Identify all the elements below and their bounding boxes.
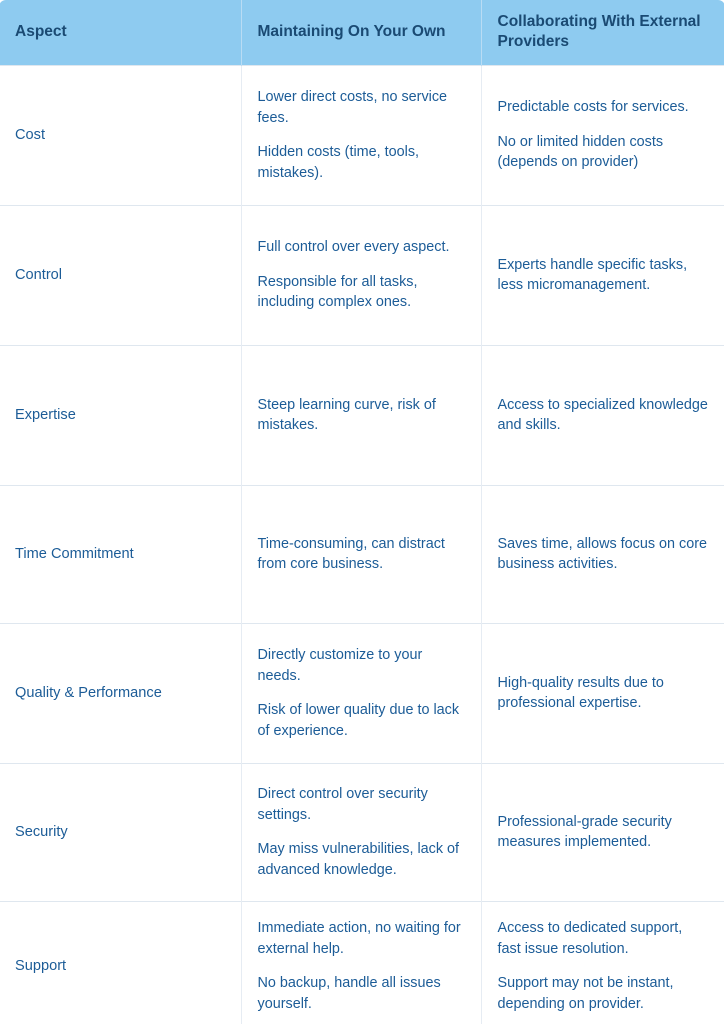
cell-aspect: Time Commitment (0, 484, 242, 624)
table-row: Cost Lower direct costs, no service fees.… (0, 64, 724, 206)
cell-paragraph: Saves time, allows focus on core busines… (497, 535, 708, 573)
cell-paragraph: Professional-grade security measures imp… (497, 813, 672, 851)
cell-aspect: Security (0, 762, 242, 902)
cell-paragraph: Time-consuming, can distract from core b… (257, 535, 445, 573)
cell-collaborating-with-external-providers: Experts handle specific tasks, less micr… (481, 204, 724, 346)
table-header: Aspect Maintaining On Your Own Collabora… (0, 0, 724, 66)
table-row: Control Full control over every aspect. Re… (0, 204, 724, 346)
column-header-maintaining-on-your-own: Maintaining On Your Own (241, 0, 482, 66)
cell-maintaining-on-your-own: Time-consuming, can distract from core b… (241, 484, 482, 624)
cell-aspect: Support (0, 900, 242, 1024)
comparison-table: Aspect Maintaining On Your Own Collabora… (0, 0, 724, 1024)
table-body: Cost Lower direct costs, no service fees.… (0, 64, 724, 1024)
table-row: Expertise Steep learning curve, risk of m… (0, 344, 724, 486)
cell-maintaining-on-your-own: Directly customize to your needs. Risk of… (241, 622, 482, 764)
cell-paragraph: Immediate action, no waiting for externa… (257, 920, 461, 957)
cell-paragraph: No backup, handle all issues yourself. (257, 975, 441, 1012)
cell-maintaining-on-your-own: Steep learning curve, risk of mistakes. (241, 344, 482, 486)
cell-aspect: Cost (0, 64, 242, 206)
table-row: Security Direct control over security set… (0, 762, 724, 902)
cell-collaborating-with-external-providers: Access to specialized knowledge and skil… (481, 344, 724, 486)
cell-maintaining-on-your-own: Full control over every aspect. Responsib… (241, 204, 482, 346)
cell-aspect: Control (0, 204, 242, 346)
cell-paragraph: Access to specialized knowledge and skil… (497, 396, 708, 434)
column-header-aspect: Aspect (0, 0, 242, 66)
cell-collaborating-with-external-providers: High-quality results due to professional… (481, 622, 724, 764)
cell-collaborating-with-external-providers: Professional-grade security measures imp… (481, 762, 724, 902)
cell-paragraph: Hidden costs (time, tools, mistakes). (257, 144, 420, 181)
table-row: Time Commitment Time-consuming, can distr… (0, 484, 724, 624)
cell-paragraph: Directly customize to your needs. (257, 647, 423, 684)
cell-maintaining-on-your-own: Direct control over security settings. Ma… (241, 762, 482, 902)
cell-paragraph: Support may not be instant, depending on… (497, 975, 674, 1012)
cell-collaborating-with-external-providers: Predictable costs for services. No or lim… (481, 64, 724, 206)
cell-paragraph: Lower direct costs, no service fees. (257, 89, 448, 126)
cell-paragraph: Risk of lower quality due to lack of exp… (257, 702, 460, 739)
cell-paragraph: Responsible for all tasks, including com… (257, 273, 418, 311)
cell-paragraph: Experts handle specific tasks, less micr… (497, 256, 688, 294)
cell-paragraph: May miss vulnerabilities, lack of advanc… (257, 841, 460, 878)
cell-paragraph: Full control over every aspect. (257, 239, 450, 256)
cell-paragraph: Steep learning curve, risk of mistakes. (257, 396, 436, 434)
cell-paragraph: Access to dedicated support, fast issue … (497, 920, 683, 957)
cell-paragraph: Predictable costs for services. (497, 99, 689, 116)
cell-aspect: Expertise (0, 344, 242, 486)
cell-paragraph: No or limited hidden costs (depends on p… (497, 133, 664, 171)
table-row: Support Immediate action, no waiting for … (0, 900, 724, 1024)
comparison-table-container: Aspect Maintaining On Your Own Collabora… (0, 0, 724, 1024)
cell-paragraph: High-quality results due to professional… (497, 674, 664, 712)
cell-paragraph: Direct control over security settings. (257, 786, 428, 823)
cell-collaborating-with-external-providers: Access to dedicated support, fast issue … (481, 900, 724, 1024)
table-row: Quality & Performance Directly customize … (0, 622, 724, 764)
cell-collaborating-with-external-providers: Saves time, allows focus on core busines… (481, 484, 724, 624)
cell-aspect: Quality & Performance (0, 622, 242, 764)
cell-maintaining-on-your-own: Lower direct costs, no service fees. Hidd… (241, 64, 482, 206)
cell-maintaining-on-your-own: Immediate action, no waiting for externa… (241, 900, 482, 1024)
table-header-row: Aspect Maintaining On Your Own Collabora… (0, 0, 724, 66)
column-header-collaborating-with-external-providers: Collaborating With External Providers (481, 0, 724, 66)
